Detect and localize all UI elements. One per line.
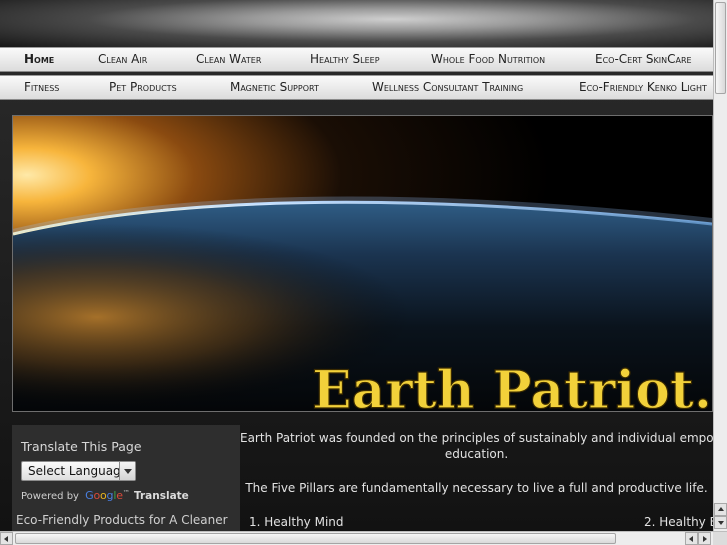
nav-item-whole-food-nutrition[interactable]: Whole Food Nutrition <box>431 48 545 71</box>
scroll-left-button[interactable] <box>0 532 13 545</box>
eco-products-heading: Eco-Friendly Products for A Cleaner <box>16 513 228 527</box>
vertical-scrollbar[interactable] <box>713 0 727 533</box>
sidebar: Translate This Page Select Language Powe… <box>12 425 240 533</box>
nav-item-eco-cert-skincare[interactable]: Eco-Cert SkinCare <box>595 48 692 71</box>
header-banner: Earth Patriot.N <box>12 115 713 412</box>
scroll-up-button[interactable] <box>714 503 727 516</box>
translate-label: Translate <box>133 490 189 502</box>
vertical-scroll-thumb[interactable] <box>715 2 726 94</box>
translate-title: Translate This Page <box>21 439 142 454</box>
five-pillars-text: The Five Pillars are fundamentally neces… <box>245 481 708 495</box>
nav-item-pet-products[interactable]: Pet Products <box>109 76 177 99</box>
earth-horizon-image: Earth Patriot.N <box>13 116 712 411</box>
nav-item-eco-friendly-kenko-light[interactable]: Eco-Friendly Kenko Light <box>579 76 707 99</box>
pillar-item-healthy-body: 2. Healthy Bo <box>644 515 713 529</box>
scroll-left-button-2[interactable] <box>685 532 698 545</box>
arrow-down-icon <box>718 521 724 525</box>
horizontal-scrollbar[interactable] <box>0 531 727 545</box>
secondary-nav-bar: Fitness Pet Products Magnetic Support We… <box>0 75 713 100</box>
powered-by-google-translate: Powered by Google™ Translate <box>21 489 189 502</box>
language-select-value: Select Language <box>28 464 129 478</box>
site-title: Earth Patriot.N <box>312 360 712 411</box>
horizontal-scroll-thumb[interactable] <box>15 533 616 544</box>
scroll-down-button[interactable] <box>714 516 727 529</box>
scroll-right-button[interactable] <box>698 532 711 545</box>
intro-text-line-2: education. <box>444 447 509 461</box>
pillar-item-healthy-mind: 1. Healthy Mind <box>249 515 344 529</box>
nav-item-home[interactable]: Home <box>24 48 54 71</box>
google-logo[interactable]: Google <box>85 489 123 502</box>
nav-item-clean-water[interactable]: Clean Water <box>196 48 261 71</box>
nav-item-fitness[interactable]: Fitness <box>24 76 59 99</box>
arrow-up-icon <box>718 507 724 511</box>
scrollbar-corner <box>713 532 727 545</box>
nav-item-healthy-sleep[interactable]: Healthy Sleep <box>310 48 380 71</box>
main-content: Earth Patriot was founded on the princip… <box>240 425 713 533</box>
nav-item-magnetic-support[interactable]: Magnetic Support <box>230 76 319 99</box>
arrow-left-icon <box>4 536 8 542</box>
primary-nav-bar: Home Clean Air Clean Water Healthy Sleep… <box>0 47 713 72</box>
nav-item-clean-air[interactable]: Clean Air <box>98 48 147 71</box>
intro-text-line-1: Earth Patriot was founded on the princip… <box>240 431 713 445</box>
nav-item-wellness-consultant-training[interactable]: Wellness Consultant Training <box>372 76 523 99</box>
arrow-left-icon <box>689 536 693 542</box>
language-select[interactable]: Select Language <box>21 461 136 481</box>
arrow-right-icon <box>703 536 707 542</box>
powered-by-label: Powered by <box>21 491 79 502</box>
chevron-down-icon[interactable] <box>119 462 135 480</box>
top-texture-background <box>0 0 713 48</box>
